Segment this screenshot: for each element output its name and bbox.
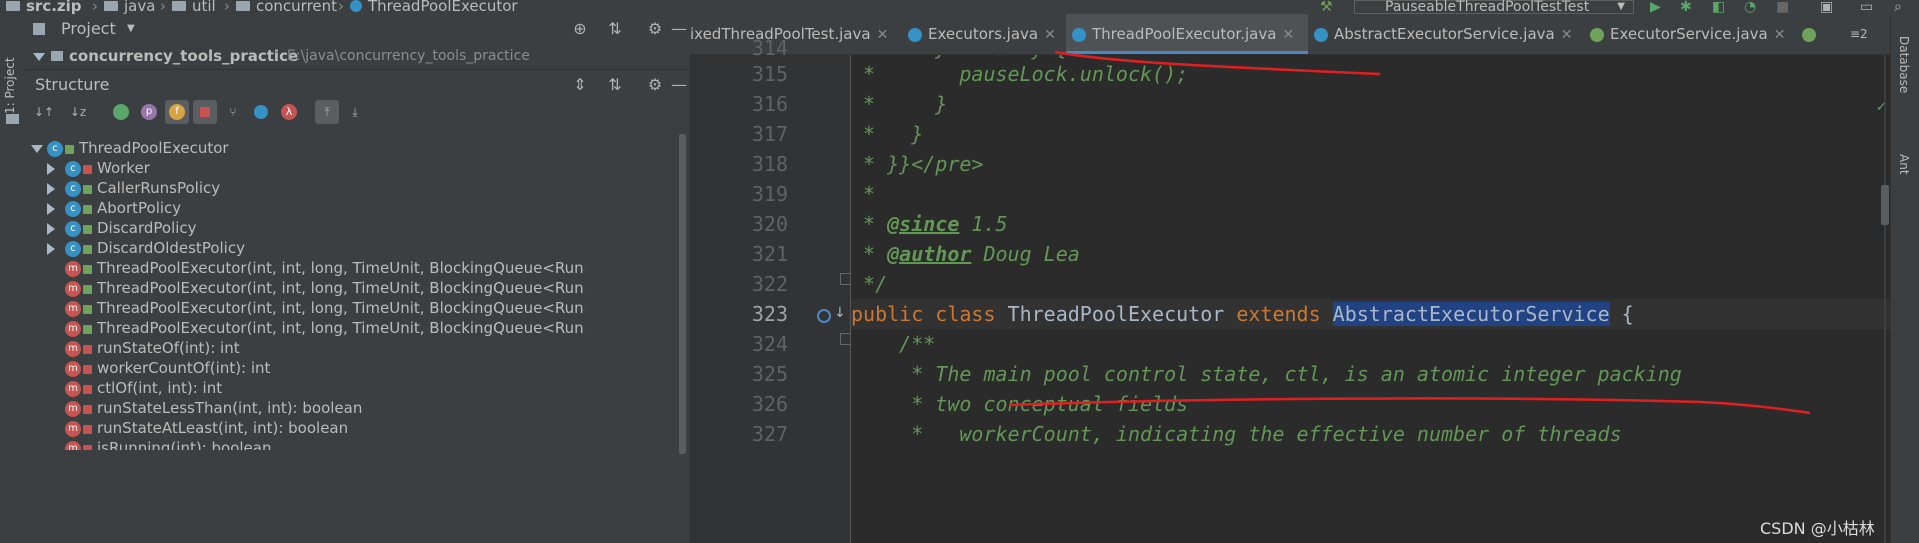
watermark: CSDN @小枯林 <box>1760 519 1875 538</box>
annotation-overlay <box>1009 50 1811 415</box>
red-underline-annotation <box>1009 397 1811 415</box>
red-underline-annotation <box>1054 50 1381 76</box>
